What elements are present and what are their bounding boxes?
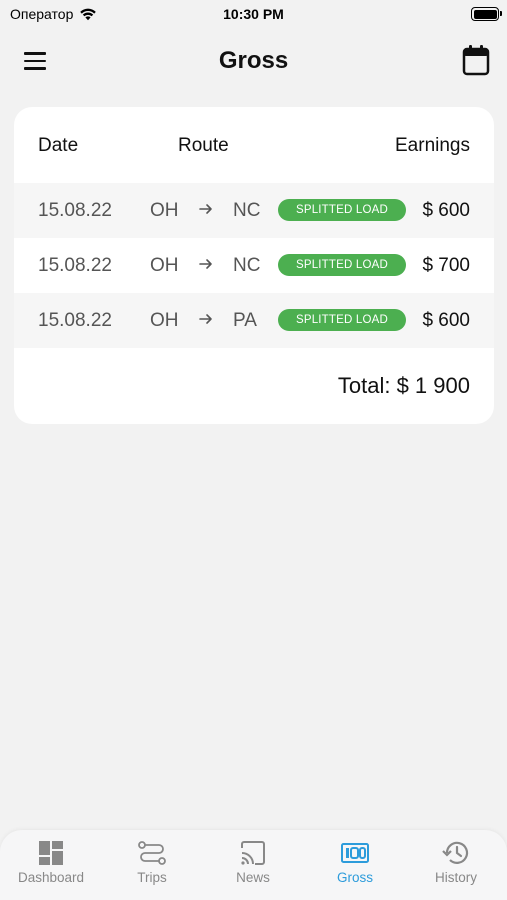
gross-total: Total: $ 1 900 xyxy=(337,373,470,398)
battery-nub xyxy=(500,11,502,16)
arrow-right-icon xyxy=(199,204,212,214)
tab-dashboard[interactable]: Dashboard xyxy=(1,840,101,894)
tab-trips[interactable]: Trips xyxy=(102,840,202,894)
row-date: 15.08.22 xyxy=(38,255,112,276)
gross-card: Date Route Earnings 15.08.22 OH NC SPLIT… xyxy=(14,107,494,424)
row-destination: PA xyxy=(233,310,257,331)
tab-label: Gross xyxy=(336,870,373,885)
tab-label: Dashboard xyxy=(17,870,85,885)
battery-level xyxy=(473,9,497,19)
column-header-date: Date xyxy=(38,135,79,156)
row-date: 15.08.22 xyxy=(38,200,112,221)
table-row[interactable]: 15.08.22 OH PA SPLITTED LOAD $ 600 xyxy=(14,293,494,348)
arrow-right-icon xyxy=(199,259,212,269)
column-header-earnings: Earnings xyxy=(395,135,470,156)
cast-icon xyxy=(241,841,265,865)
page-title: Gross xyxy=(218,47,289,74)
splitted-load-badge: SPLITTED LOAD xyxy=(278,199,406,221)
table-header: Date Route Earnings xyxy=(14,107,494,183)
table-row[interactable]: 15.08.22 OH NC SPLITTED LOAD $ 600 xyxy=(14,183,494,238)
row-amount: $ 600 xyxy=(422,200,470,221)
history-icon xyxy=(442,841,469,864)
row-date: 15.08.22 xyxy=(38,310,112,331)
nav-bar: Gross xyxy=(0,38,507,84)
status-time: 10:30 PM xyxy=(223,6,284,22)
tab-bar: Dashboard Trips News Gross History xyxy=(0,830,507,900)
splitted-load-badge: SPLITTED LOAD xyxy=(278,254,406,276)
arrow-right-icon xyxy=(199,314,212,324)
status-bar: Оператор 10:30 PM xyxy=(0,0,507,30)
counter-icon xyxy=(341,843,369,863)
tab-news[interactable]: News xyxy=(203,840,303,894)
row-origin: OH xyxy=(150,200,179,221)
route-icon xyxy=(138,841,166,865)
table-row[interactable]: 15.08.22 OH NC SPLITTED LOAD $ 700 xyxy=(14,238,494,293)
tab-label: News xyxy=(236,870,270,885)
splitted-load-badge: SPLITTED LOAD xyxy=(278,309,406,331)
row-origin: OH xyxy=(150,255,179,276)
row-origin: OH xyxy=(150,310,179,331)
tab-label: Trips xyxy=(137,870,167,885)
tab-gross[interactable]: Gross xyxy=(305,840,405,894)
row-amount: $ 700 xyxy=(422,255,470,276)
row-destination: NC xyxy=(233,255,261,276)
calendar-glyph xyxy=(462,45,490,76)
tab-label: History xyxy=(434,870,477,885)
tab-history[interactable]: History xyxy=(406,840,506,894)
row-destination: NC xyxy=(233,200,261,221)
dashboard-icon xyxy=(39,841,63,865)
column-header-route: Route xyxy=(178,135,229,156)
battery-icon xyxy=(471,7,502,21)
row-amount: $ 600 xyxy=(422,310,470,331)
calendar-icon[interactable] xyxy=(461,44,491,76)
